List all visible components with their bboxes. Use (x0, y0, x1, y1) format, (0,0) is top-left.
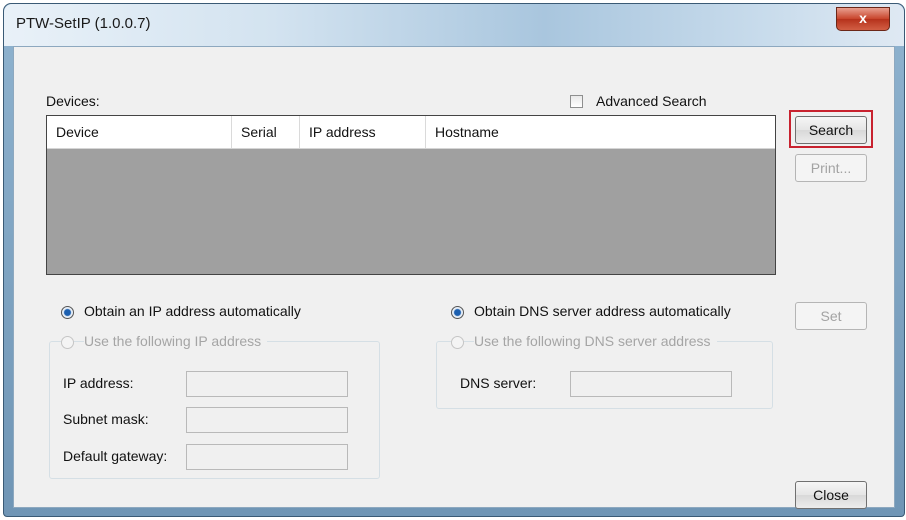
dns-manual-label[interactable]: Use the following DNS server address (474, 333, 717, 349)
dns-auto-radio[interactable] (451, 306, 464, 319)
app-window: PTW-SetIP (1.0.0.7) x Devices: Advanced … (3, 3, 905, 517)
devices-list[interactable]: Device Serial IP address Hostname (46, 115, 776, 275)
advanced-search-checkbox[interactable] (570, 95, 583, 108)
default-gateway-label: Default gateway: (63, 448, 168, 464)
ip-auto-label[interactable]: Obtain an IP address automatically (84, 303, 301, 319)
dns-server-field[interactable] (570, 371, 732, 397)
column-device[interactable]: Device (47, 116, 232, 148)
title-bar[interactable]: PTW-SetIP (1.0.0.7) x (4, 4, 904, 46)
devices-label: Devices: (46, 93, 100, 109)
subnet-mask-label: Subnet mask: (63, 411, 149, 427)
advanced-search-label[interactable]: Advanced Search (596, 93, 707, 109)
ip-manual-radio[interactable] (61, 336, 74, 349)
devices-list-header: Device Serial IP address Hostname (47, 116, 775, 149)
column-ip-address[interactable]: IP address (300, 116, 426, 148)
ip-address-field[interactable] (186, 371, 348, 397)
column-serial[interactable]: Serial (232, 116, 300, 148)
ip-auto-radio[interactable] (61, 306, 74, 319)
print-button[interactable]: Print... (795, 154, 867, 182)
ip-manual-label[interactable]: Use the following IP address (84, 333, 268, 349)
dns-auto-label[interactable]: Obtain DNS server address automatically (474, 303, 731, 319)
default-gateway-field[interactable] (186, 444, 348, 470)
dns-manual-radio[interactable] (451, 336, 464, 349)
close-button[interactable]: Close (795, 481, 867, 509)
dialog-client-area: Devices: Advanced Search Device Serial I… (13, 46, 895, 509)
subnet-mask-field[interactable] (186, 407, 348, 433)
set-button[interactable]: Set (795, 302, 867, 330)
window-close-icon[interactable]: x (836, 7, 890, 31)
column-hostname[interactable]: Hostname (426, 116, 775, 148)
search-button[interactable]: Search (795, 116, 867, 144)
window-title: PTW-SetIP (1.0.0.7) (16, 15, 151, 32)
ip-address-label: IP address: (63, 375, 134, 391)
dns-server-label: DNS server: (460, 375, 537, 391)
